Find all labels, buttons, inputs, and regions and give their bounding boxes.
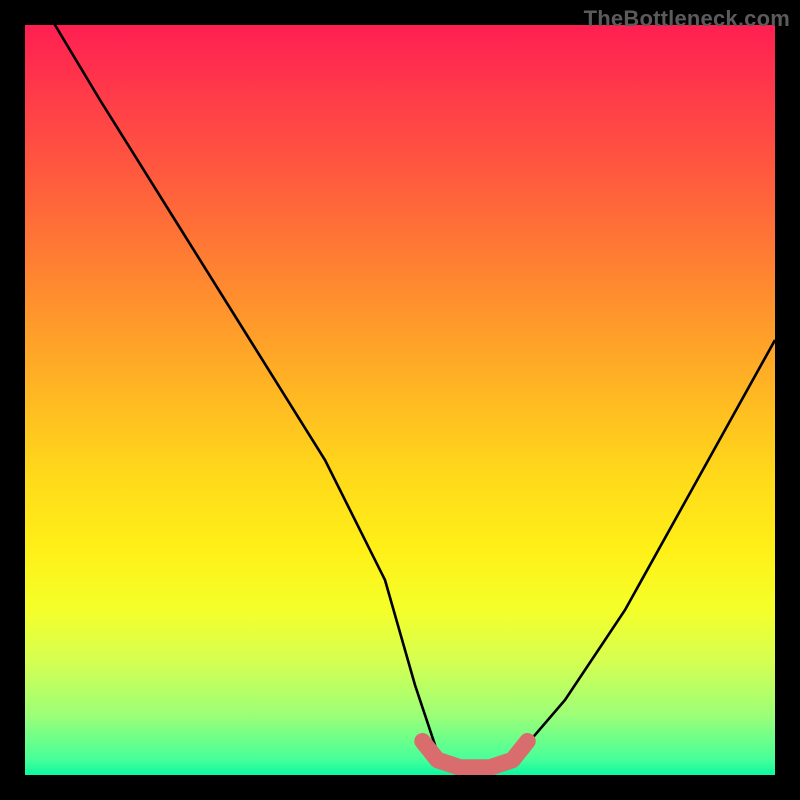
- bottleneck-curve: [25, 25, 775, 768]
- optimal-range-marker: [423, 741, 528, 767]
- watermark-text: TheBottleneck.com: [584, 6, 790, 32]
- chart-frame: TheBottleneck.com: [0, 0, 800, 800]
- curve-layer: [25, 25, 775, 775]
- plot-area: [25, 25, 775, 775]
